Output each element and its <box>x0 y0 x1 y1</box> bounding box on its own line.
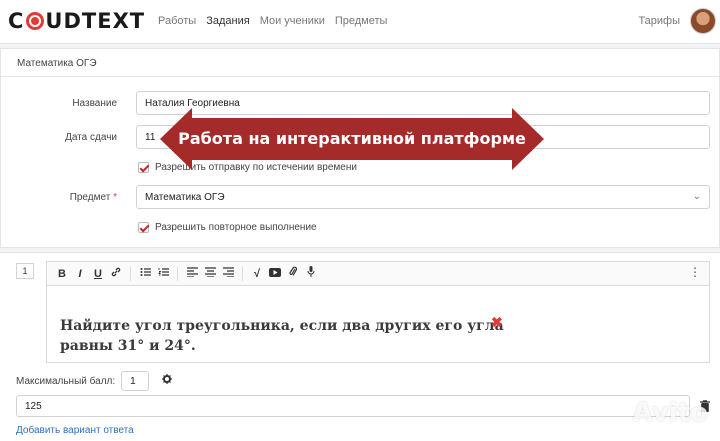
more-options-icon[interactable]: ⋮ <box>689 265 701 279</box>
nav-item-students[interactable]: Мои ученики <box>260 15 325 27</box>
chevron-down-icon: ⌄ <box>692 191 701 202</box>
required-mark: * <box>113 192 117 203</box>
max-score-row: Максимальный балл: 1 <box>16 371 175 391</box>
main-nav: Работы Задания Мои ученики Предметы <box>158 15 387 27</box>
bold-button[interactable]: B <box>53 265 71 283</box>
toolbar-divider <box>242 266 243 281</box>
link-icon[interactable] <box>107 265 125 283</box>
nav-item-subjects[interactable]: Предметы <box>335 15 388 27</box>
max-score-label: Максимальный балл: <box>16 375 116 387</box>
question-editor[interactable]: Найдите угол треугольника, если два друг… <box>46 285 710 363</box>
due-date-label: Дата сдачи <box>65 132 117 143</box>
banner-text: Работа на интерактивной платформе <box>178 129 526 148</box>
logo-wordmark: UDTEXT <box>45 9 146 33</box>
question-text: Найдите угол треугольника, если два друг… <box>60 316 504 356</box>
nav-item-works[interactable]: Работы <box>158 15 196 27</box>
close-icon[interactable]: ✖ <box>491 314 503 331</box>
checkbox-checked-icon <box>138 222 149 233</box>
logo-letter-c: C <box>8 9 25 33</box>
align-left-icon[interactable] <box>183 265 201 283</box>
editor-toolbar: B I U √ ⋮ <box>46 261 710 285</box>
align-center-icon[interactable] <box>201 265 219 283</box>
answer-input[interactable]: 125 <box>16 395 690 417</box>
subject-label: Предмет * <box>7 192 117 203</box>
question-number-input[interactable]: 1 <box>16 263 34 279</box>
subject-select-value: Математика ОГЭ <box>145 192 225 203</box>
question-section: 1 B I U √ ⋮ Найдите угол треугольника, е… <box>0 252 720 441</box>
subject-select[interactable]: Математика ОГЭ ⌄ <box>136 185 710 209</box>
cloudtext-logo[interactable]: C UDTEXT <box>8 9 145 33</box>
formula-icon[interactable]: √ <box>248 265 266 283</box>
gear-icon[interactable] <box>159 373 175 389</box>
max-score-input[interactable]: 1 <box>121 371 150 391</box>
toolbar-divider <box>130 266 131 281</box>
bulleted-list-icon[interactable] <box>136 265 154 283</box>
question-text-line-1: Найдите угол треугольника, если два друг… <box>60 318 504 334</box>
checkbox-checked-icon <box>138 162 149 173</box>
subject-label-text: Предмет <box>69 192 111 203</box>
microphone-icon[interactable] <box>302 265 320 283</box>
allow-retry-label: Разрешить повторное выполнение <box>155 222 317 233</box>
align-right-icon[interactable] <box>219 265 237 283</box>
underline-button[interactable]: U <box>89 265 107 283</box>
question-text-line-2: равны 31° и 24°. <box>60 338 196 354</box>
allow-retry-checkbox[interactable]: Разрешить повторное выполнение <box>138 222 317 233</box>
numbered-list-icon[interactable] <box>154 265 172 283</box>
toolbar-divider <box>177 266 178 281</box>
add-answer-link[interactable]: Добавить вариант ответа <box>16 425 134 436</box>
top-nav-bar: C UDTEXT Работы Задания Мои ученики Пред… <box>0 0 720 44</box>
panel-title: Математика ОГЭ <box>1 49 719 77</box>
cloud-icon <box>26 12 45 30</box>
promo-arrow-banner: Работа на интерактивной платформе <box>160 108 544 170</box>
nav-item-tariffs[interactable]: Тарифы <box>638 15 680 27</box>
avito-watermark: Avito <box>632 398 708 428</box>
nav-item-tasks[interactable]: Задания <box>206 15 249 27</box>
name-label: Название <box>72 98 117 109</box>
attach-icon[interactable] <box>284 265 302 283</box>
video-icon[interactable] <box>266 265 284 283</box>
user-avatar[interactable] <box>690 8 716 34</box>
italic-button[interactable]: I <box>71 265 89 283</box>
